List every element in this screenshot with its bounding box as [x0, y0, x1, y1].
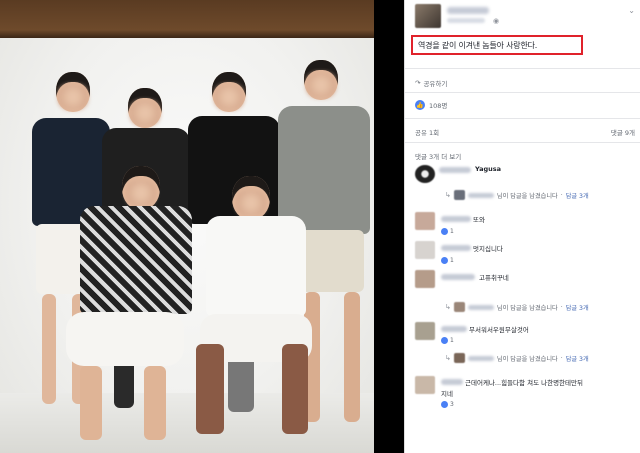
reply-arrow-icon: ↳ [445, 303, 451, 311]
reply-count: 답글 3개 [565, 192, 589, 200]
reply-summary[interactable]: ↳ 님이 답글을 남겼습니다 · 답글 3개 [445, 190, 589, 200]
separator: · [560, 191, 563, 199]
commenter-avatar[interactable] [415, 376, 435, 394]
thumbs-up-icon [441, 257, 448, 264]
comment-item: Yagusa ↳ 님이 답글을 남겼습니다 · 답글 3개 [405, 163, 640, 207]
comment-likes[interactable]: 1 [441, 228, 454, 235]
comment-likes[interactable]: 3 [441, 401, 454, 408]
comment-likes[interactable]: 1 [441, 257, 454, 264]
comment-text: 무서워서우원무살것어 [469, 326, 529, 334]
comment-item: 멋지십니다 1 [405, 241, 640, 269]
commenter-avatar[interactable] [415, 270, 435, 288]
separator: · [560, 354, 563, 362]
facebook-post-panel: ◉ ⌄ 역경을 같이 이겨낸 놈들아 사랑한다. ↷ 공유하기 👍 108명 공… [404, 0, 640, 453]
share-label: 공유하기 [423, 80, 448, 88]
view-more-comments-link[interactable]: 댓글 3개 더 보기 [415, 151, 461, 161]
share-button[interactable]: ↷ 공유하기 [415, 78, 447, 88]
comment-count[interactable]: 댓글 9개 [611, 127, 635, 137]
post-stats: 공유 1회 댓글 9개 [415, 127, 635, 137]
post-caption: 역경을 같이 이겨낸 놈들아 사랑한다. [418, 40, 538, 50]
commenter-name-blurred[interactable] [441, 379, 463, 385]
replier-avatar [453, 302, 465, 312]
commenter-name[interactable]: Yagusa [475, 165, 501, 173]
share-count[interactable]: 공유 1회 [415, 129, 439, 137]
post-timestamp-blurred[interactable] [447, 18, 485, 23]
replier-name-blurred [467, 355, 494, 361]
post-header: ◉ ⌄ [415, 4, 635, 32]
author-name-blurred[interactable] [447, 7, 489, 14]
reply-summary[interactable]: ↳ 님이 답글을 남겼습니다 · 답글 3개 [445, 353, 589, 363]
comment-text-continued: 지네 [441, 390, 453, 398]
commenter-avatar[interactable] [415, 322, 435, 340]
author-avatar[interactable] [415, 4, 441, 28]
comment-text: 고퓨취꾸네 [479, 274, 509, 282]
person-front-left [56, 166, 196, 453]
thumbs-up-icon [441, 337, 448, 344]
replier-name-blurred [467, 192, 494, 198]
reply-text: 님이 답글을 남겼습니다 [496, 355, 558, 363]
divider [405, 68, 640, 69]
replier-avatar [453, 353, 465, 363]
share-icon: ↷ [415, 79, 421, 87]
commenter-avatar[interactable] [415, 165, 435, 183]
globe-icon: ◉ [493, 17, 500, 25]
comment-text: 근데어케나...힘들다함 쳐도 나한명한테만뒤 [465, 379, 583, 387]
thumbs-up-icon: 👍 [415, 100, 425, 110]
commenter-name-blurred[interactable] [441, 274, 475, 280]
comment-text: 멋지십니다 [473, 245, 503, 253]
reply-count: 답글 3개 [565, 304, 589, 312]
commenter-name-blurred[interactable] [441, 216, 471, 222]
post-caption-highlight: 역경을 같이 이겨낸 놈들아 사랑한다. [411, 35, 583, 55]
commenter-name-blurred[interactable] [441, 326, 467, 332]
chevron-down-icon[interactable]: ⌄ [628, 6, 635, 15]
comment-text: 또와 [473, 216, 485, 224]
thumbs-up-icon [441, 401, 448, 408]
reply-text: 님이 답글을 남겼습니다 [496, 304, 558, 312]
reply-arrow-icon: ↳ [445, 354, 451, 362]
divider [405, 118, 640, 119]
photo-print [0, 38, 374, 453]
person-front-right [186, 176, 326, 453]
comment-item: 무서워서우원무살것어 1 ↳ 님이 답글을 남겼습니다 · 답글 3개 [405, 322, 640, 372]
like-summary[interactable]: 👍 108명 [415, 100, 447, 110]
comment-likes[interactable]: 1 [441, 337, 454, 344]
separator: · [560, 303, 563, 311]
reply-count: 답글 3개 [565, 355, 589, 363]
like-count: 108명 [429, 102, 448, 110]
divider [405, 92, 640, 93]
reply-text: 님이 답글을 남겼습니다 [496, 192, 558, 200]
reply-summary[interactable]: ↳ 님이 답글을 남겼습니다 · 답글 3개 [445, 302, 589, 312]
comment-item: 고퓨취꾸네 ↳ 님이 답글을 남겼습니다 · 답글 3개 [405, 270, 640, 318]
replier-avatar [453, 190, 465, 200]
comment-item: 근데어케나...힘들다함 쳐도 나한명한테만뒤 지네 3 [405, 374, 640, 418]
comment-item: 또와 1 [405, 212, 640, 240]
commenter-name-blurred[interactable] [439, 167, 471, 173]
commenter-avatar[interactable] [415, 241, 435, 259]
group-photo [0, 0, 374, 453]
commenter-avatar[interactable] [415, 212, 435, 230]
divider [405, 142, 640, 143]
replier-name-blurred [467, 304, 494, 310]
commenter-name-blurred[interactable] [441, 245, 471, 251]
reply-arrow-icon: ↳ [445, 191, 451, 199]
thumbs-up-icon [441, 228, 448, 235]
